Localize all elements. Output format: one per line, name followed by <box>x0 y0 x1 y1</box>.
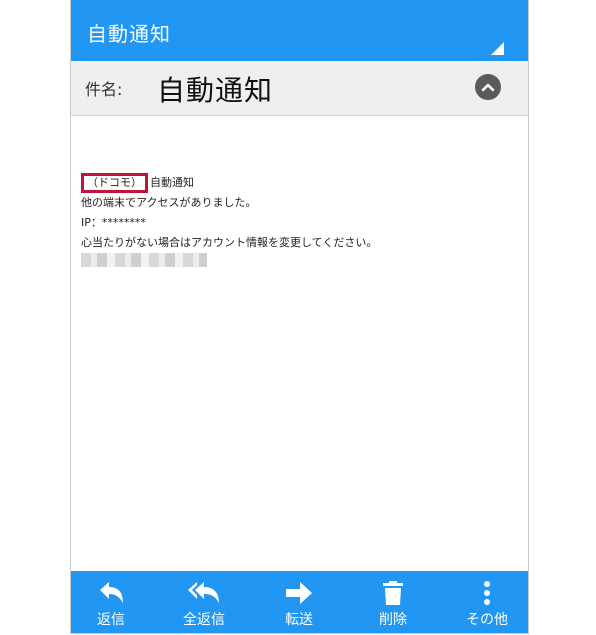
forward-icon <box>286 582 312 604</box>
message-line: （ドコモ） 自動通知 <box>81 173 377 193</box>
corner-indicator-icon <box>491 42 504 55</box>
reply-all-icon <box>188 582 219 603</box>
message-line: 心当たりがない場合はアカウント情報を変更してください。 <box>81 236 378 249</box>
chevron-up-icon[interactable] <box>475 74 501 100</box>
subject-label: 件名: <box>85 80 123 99</box>
trash-icon <box>383 581 403 605</box>
delete-label: 削除 <box>379 612 407 628</box>
mail-screen: 自動通知 件名: 自動通知 （ドコモ） 自動通知 他の端末でアクセスがありました。… <box>70 0 529 634</box>
reply-icon <box>100 582 123 603</box>
reply-all-label: 全返信 <box>183 612 225 628</box>
message-line: IP：******** <box>81 216 146 229</box>
message-line: 他の端末でアクセスがありました。 <box>81 196 257 209</box>
reply-label: 返信 <box>97 612 125 628</box>
more-vert-icon <box>484 581 490 605</box>
more-button[interactable]: その他 <box>447 571 527 633</box>
app-bar: 自動通知 <box>71 0 528 61</box>
sender-tag: （ドコモ） <box>81 173 148 193</box>
bottom-toolbar: 返信 全返信 転送 削除 その他 <box>71 571 528 633</box>
redacted-text <box>81 253 207 267</box>
forward-button[interactable]: 転送 <box>259 571 339 633</box>
delete-button[interactable]: 削除 <box>353 571 433 633</box>
subject-value: 自動通知 <box>157 74 274 107</box>
message-body: （ドコモ） 自動通知 他の端末でアクセスがありました。 IP：******** 心… <box>81 173 377 253</box>
subject-bar: 件名: 自動通知 <box>71 61 528 116</box>
reply-button[interactable]: 返信 <box>71 571 151 633</box>
more-label: その他 <box>466 612 508 628</box>
forward-label: 転送 <box>285 612 313 628</box>
message-heading: 自動通知 <box>150 176 194 189</box>
app-bar-title: 自動通知 <box>87 22 171 46</box>
reply-all-button[interactable]: 全返信 <box>164 571 244 633</box>
